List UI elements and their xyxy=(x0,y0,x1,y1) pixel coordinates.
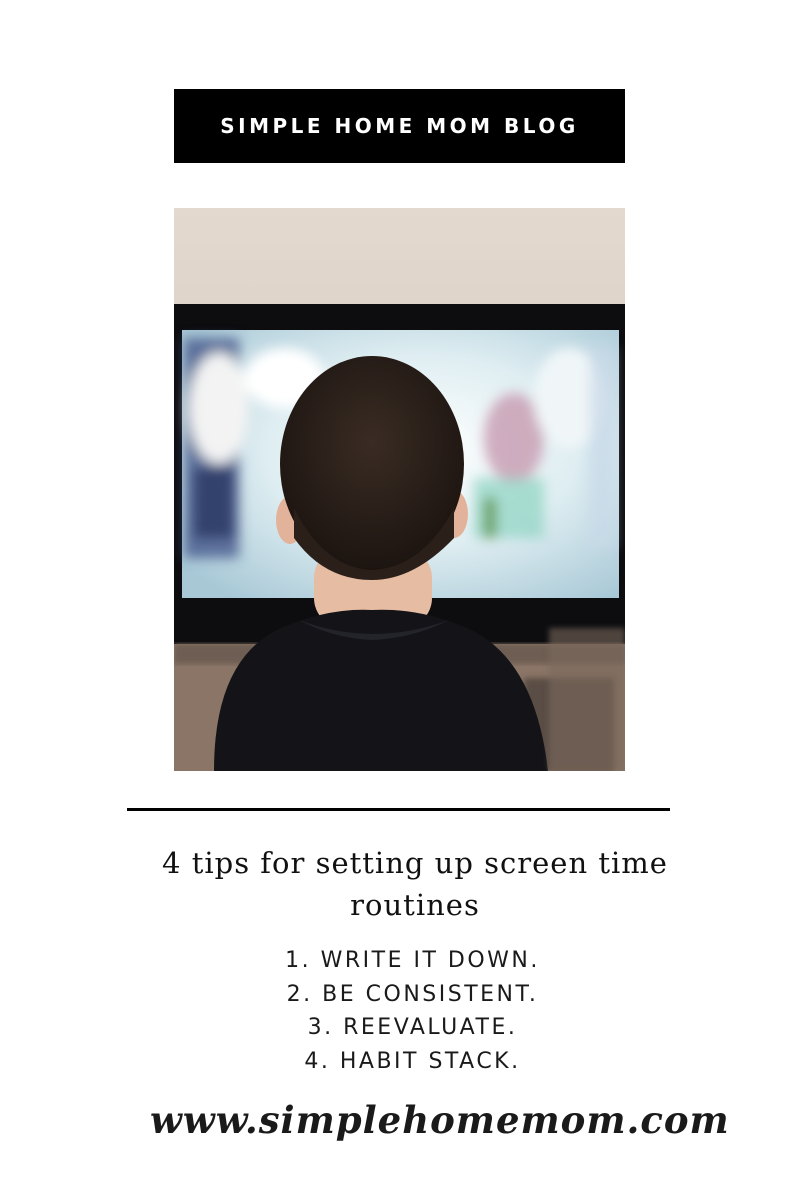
section-divider xyxy=(127,808,670,811)
website-url: www.simplehomemom.com xyxy=(150,1098,730,1142)
blog-title-banner: SIMPLE HOME MOM BLOG xyxy=(174,89,625,163)
post-headline: 4 tips for setting up screen time routin… xyxy=(162,846,668,922)
tip-item: 1. WRITE IT DOWN. xyxy=(285,948,540,973)
tips-list: 1. WRITE IT DOWN. 2. BE CONSISTENT. 3. R… xyxy=(200,944,625,1078)
child-watching-tv-photo xyxy=(174,208,625,771)
tip-item: 3. REEVALUATE. xyxy=(307,1015,518,1040)
tip-item: 4. HABIT STACK. xyxy=(304,1048,521,1074)
blog-title: SIMPLE HOME MOM BLOG xyxy=(220,114,579,138)
tip-item: 2. BE CONSISTENT. xyxy=(286,981,539,1007)
